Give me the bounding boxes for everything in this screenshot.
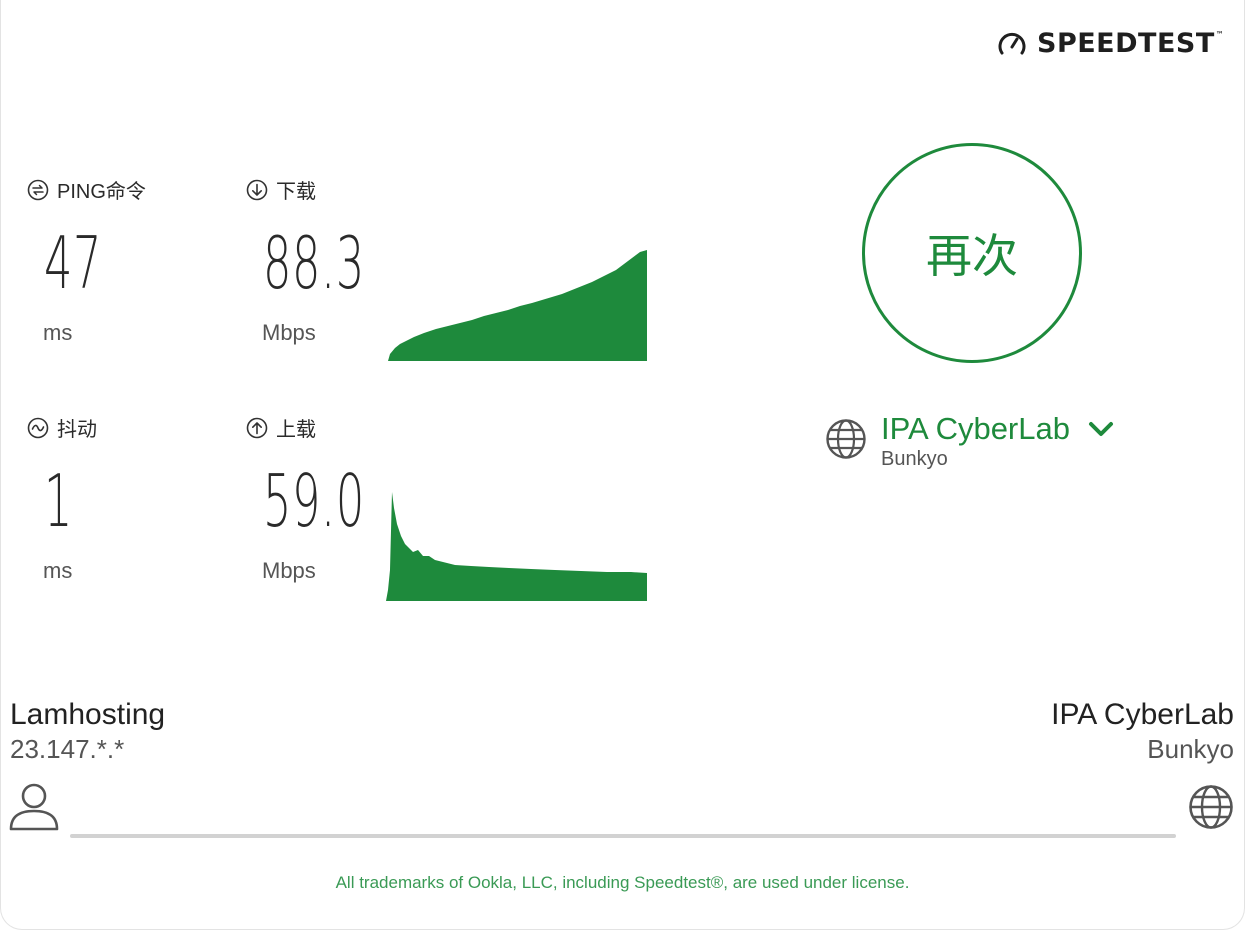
ping-label-text: PING命令: [57, 181, 146, 203]
trademark-footer: All trademarks of Ookla, LLC, including …: [335, 873, 910, 892]
upload-label: 上载: [246, 413, 316, 442]
download-arrow-icon: [246, 179, 268, 200]
jitter-wave-icon: [27, 417, 49, 438]
globe-icon: [826, 419, 866, 459]
connection-line: [70, 834, 1176, 838]
ping-value: 47: [44, 221, 103, 305]
upload-label-text: 上载: [276, 419, 316, 441]
download-unit: Mbps: [262, 320, 316, 345]
upload-value: 59.0: [263, 459, 365, 543]
download-graph-area: [388, 250, 647, 361]
download-graph: [388, 250, 647, 361]
download-value: 88.3: [263, 221, 365, 305]
download-label-text: 下载: [276, 181, 316, 203]
ping-unit: ms: [43, 320, 73, 345]
isp-name: Lamhosting: [10, 698, 166, 731]
upload-graph-area: [386, 492, 647, 601]
server-selector[interactable]: IPA CyberLab Bunkyo: [825, 411, 1114, 471]
server-name[interactable]: IPA CyberLab: [881, 411, 1114, 446]
jitter-label-text: 抖动: [57, 419, 97, 441]
speedtest-card: SPEEDTEST™ PING命令 47 ms 下载 88.3 Mbps 抖动 …: [0, 0, 1245, 930]
user-icon: [9, 783, 59, 831]
download-label: 下载: [246, 175, 316, 204]
upload-arrow-icon: [246, 417, 268, 438]
test-again-button[interactable]: 再次: [862, 143, 1082, 363]
ping-icon: [27, 179, 49, 200]
test-again-label: 再次: [926, 229, 1018, 283]
server-name-text: IPA CyberLab: [881, 411, 1070, 446]
ping-label: PING命令: [27, 175, 146, 204]
jitter-value: 1: [44, 459, 74, 543]
jitter-label: 抖动: [27, 413, 97, 442]
upload-graph: [386, 492, 647, 601]
client-ip: 23.147.*.*: [10, 734, 125, 764]
host-name: IPA CyberLab: [1051, 698, 1234, 731]
server-city: Bunkyo: [881, 448, 948, 471]
gauge-icon: [998, 32, 1026, 54]
jitter-unit: ms: [43, 558, 73, 583]
host-city: Bunkyo: [1147, 734, 1234, 764]
chevron-down-icon[interactable]: [1088, 420, 1114, 438]
brand-name: SPEEDTEST™: [1037, 28, 1225, 59]
host-globe-icon: [1189, 785, 1233, 829]
speedtest-logo[interactable]: SPEEDTEST™: [997, 28, 1224, 59]
upload-unit: Mbps: [262, 558, 316, 583]
trademark-symbol: ™: [1215, 30, 1225, 39]
